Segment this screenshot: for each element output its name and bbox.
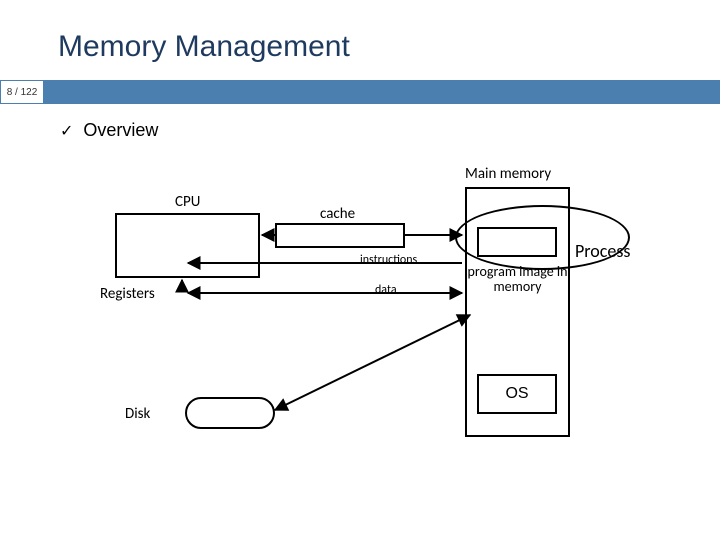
bullet-overview: ✓ Overview bbox=[60, 120, 158, 141]
label-instructions: instructions bbox=[360, 253, 417, 267]
ellipse-process bbox=[455, 205, 630, 270]
box-os: OS bbox=[477, 374, 557, 414]
bullet-text: Overview bbox=[83, 120, 158, 141]
label-cache: cache bbox=[320, 205, 355, 223]
memory-diagram: Main memory program image in memory OS P… bbox=[70, 165, 670, 485]
label-data: data bbox=[375, 283, 397, 297]
label-cpu: CPU bbox=[175, 193, 200, 211]
label-main-memory: Main memory bbox=[465, 165, 551, 183]
checkmark-icon: ✓ bbox=[60, 121, 73, 141]
label-disk: Disk bbox=[125, 405, 150, 423]
label-os: OS bbox=[505, 385, 528, 403]
label-registers: Registers bbox=[100, 285, 155, 303]
box-cache bbox=[275, 223, 405, 248]
page-bar bbox=[0, 80, 720, 104]
box-disk bbox=[185, 397, 275, 429]
box-cpu bbox=[115, 213, 260, 278]
slide: Memory Management 8 / 122 ✓ Overview Mai… bbox=[0, 0, 720, 540]
page-number: 8 / 122 bbox=[0, 80, 44, 104]
slide-title: Memory Management bbox=[58, 30, 350, 64]
